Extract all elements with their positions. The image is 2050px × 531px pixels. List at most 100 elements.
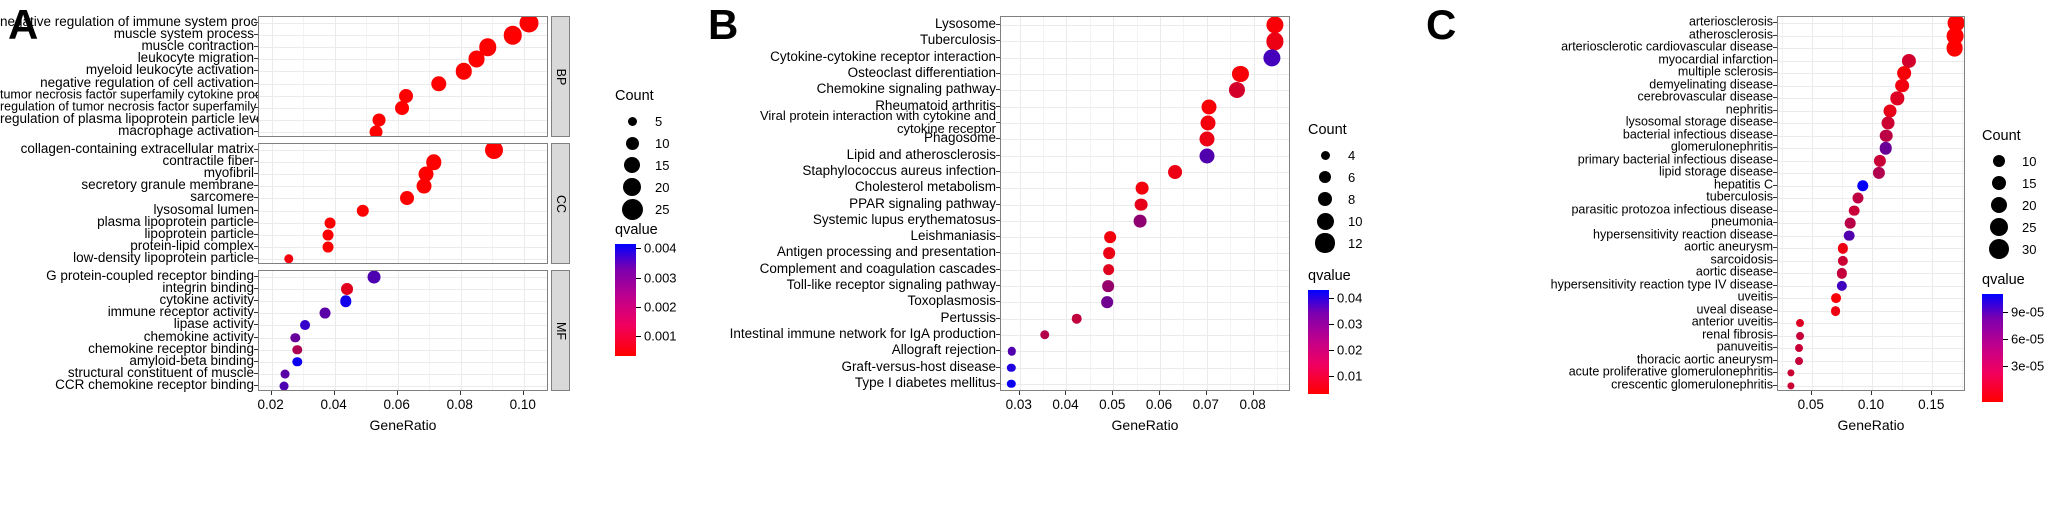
legend-dot-icon xyxy=(1982,154,2016,168)
y-axis-label: Complement and coagulation cascades xyxy=(759,260,996,276)
data-point xyxy=(1879,141,1893,155)
data-point xyxy=(369,125,383,136)
legend-dot-icon xyxy=(1982,238,2016,260)
colorbar-tick-label: 0.04 xyxy=(1337,290,1363,306)
data-point xyxy=(1133,214,1147,228)
panel-a-qvalue-legend: qvalue 0.004 0.003 0.002 0.001 xyxy=(615,222,694,356)
legend-size-label: 15 xyxy=(655,157,670,173)
panel-a-count-legend: Count 5 10 15 20 25 xyxy=(615,88,669,220)
gridline-h xyxy=(1778,335,1964,337)
gridline-h xyxy=(259,59,547,61)
legend-title: Count xyxy=(1308,122,1347,138)
x-tick-label: 0.02 xyxy=(257,397,284,412)
gridline-h xyxy=(259,71,547,73)
gridline-h xyxy=(1778,198,1964,200)
data-point xyxy=(1836,280,1847,291)
gridline-h xyxy=(1001,237,1289,239)
panel-a-strip-bp: BP xyxy=(551,16,570,137)
x-tick-mark xyxy=(1159,391,1161,395)
data-point xyxy=(1844,217,1856,229)
x-tick-mark xyxy=(1871,391,1872,395)
data-point xyxy=(1229,82,1246,99)
data-point xyxy=(1168,164,1182,179)
legend-dot-icon xyxy=(1308,212,1342,230)
gridline-h xyxy=(259,186,547,188)
gridline-h xyxy=(1778,235,1964,237)
legend-dot-icon xyxy=(615,136,649,150)
panel-c-axis-title: GeneRatio xyxy=(1837,417,1905,433)
data-point xyxy=(1101,296,1114,309)
gridline-h xyxy=(1778,373,1964,375)
data-point xyxy=(280,369,290,379)
legend-title: qvalue xyxy=(1308,268,1351,284)
y-axis-label: Systemic lupus erythematosus xyxy=(812,211,996,227)
x-tick-mark xyxy=(1810,391,1812,395)
gridline-h xyxy=(259,258,547,260)
y-axis-label: Lipid and atherosclerosis xyxy=(846,146,996,162)
legend-dot-icon xyxy=(1308,191,1342,207)
panel-a-facet-cc-plot xyxy=(258,143,548,264)
legend-dot xyxy=(1317,191,1333,207)
legend-dot-icon xyxy=(1982,175,2016,191)
legend-size-label: 20 xyxy=(2022,197,2037,213)
data-point xyxy=(1103,247,1115,260)
data-point xyxy=(1787,369,1795,377)
data-point xyxy=(1104,231,1116,243)
legend-dot xyxy=(627,116,637,126)
gridline-h xyxy=(1778,148,1964,150)
panel-a-facet-bp-plot xyxy=(258,16,548,137)
data-point xyxy=(503,25,522,45)
legend-dot-icon xyxy=(1308,150,1342,160)
data-point xyxy=(322,229,334,241)
y-axis-label: crescentic glomerulonephritis xyxy=(1611,377,1773,392)
gridline-h xyxy=(259,162,547,164)
data-point xyxy=(1873,154,1886,167)
data-point xyxy=(1266,17,1284,34)
y-axis-label: Tuberculosis xyxy=(919,32,996,48)
data-point xyxy=(367,271,381,284)
colorbar-wrap: 0.004 0.003 0.002 0.001 xyxy=(615,240,694,356)
legend-size-row: 6 xyxy=(1308,166,1362,188)
data-point xyxy=(468,50,485,68)
x-tick-label: 0.04 xyxy=(320,397,347,412)
legend-dot-icon xyxy=(615,116,649,126)
gridline-h xyxy=(1001,90,1289,92)
y-axis-label: low-density lipoprotein particle xyxy=(73,249,254,265)
y-axis-label: Type I diabetes mellitus xyxy=(854,374,996,390)
legend-size-row: 15 xyxy=(1982,172,2036,194)
legend-size-label: 12 xyxy=(1348,235,1363,251)
legend-dot-icon xyxy=(1308,233,1342,253)
legend-dot xyxy=(623,178,641,196)
gridline-h xyxy=(1001,302,1289,304)
colorbar-tick-label: 3e-05 xyxy=(2011,358,2045,374)
colorbar-wrap: 9e-05 6e-05 3e-05 xyxy=(1982,294,2050,402)
legend-size-label: 6 xyxy=(1348,169,1356,185)
gridline-h xyxy=(1778,323,1964,325)
colorbar-tick-label: 0.02 xyxy=(1337,342,1363,358)
legend-dot xyxy=(1989,217,2009,237)
data-point xyxy=(1199,148,1215,164)
x-tick-label: 0.05 xyxy=(1099,397,1126,412)
legend-dot xyxy=(621,198,643,220)
gridline-h xyxy=(259,234,547,236)
gridline-h xyxy=(1778,110,1964,112)
gridline-h xyxy=(259,289,547,291)
gridline-h xyxy=(259,119,547,121)
y-axis-label: Leishmaniasis xyxy=(910,228,996,244)
legend-size-row: 25 xyxy=(615,198,669,220)
x-tick-label: 0.06 xyxy=(383,397,410,412)
gridline-h xyxy=(1001,106,1289,108)
x-tick-mark xyxy=(270,391,272,395)
colorbar-tick-label: 0.03 xyxy=(1337,316,1363,332)
panel-a-strip-cc: CC xyxy=(551,143,570,264)
strip-label-bp: BP xyxy=(553,68,568,85)
data-point xyxy=(1039,330,1050,340)
colorbar-tick-label: 0.004 xyxy=(644,240,677,256)
x-tick-mark xyxy=(1931,391,1933,395)
x-tick-label: 0.07 xyxy=(1192,397,1219,412)
legend-size-row: 8 xyxy=(1308,188,1362,210)
panel-a: A negative regulation of immune system p… xyxy=(0,0,700,531)
colorbar-tick-label: 0.002 xyxy=(644,299,677,315)
legend-size-row: 30 xyxy=(1982,238,2036,260)
data-point xyxy=(417,178,432,194)
